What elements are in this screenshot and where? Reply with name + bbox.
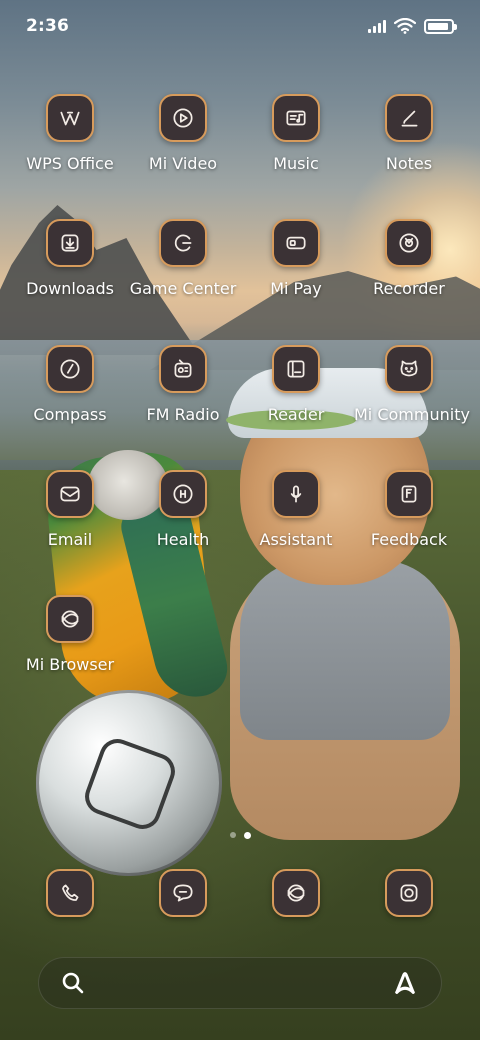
browser-icon[interactable]	[272, 869, 320, 917]
app-reader[interactable]: Reader	[241, 345, 351, 425]
app-mi-browser[interactable]: Mi Browser	[15, 595, 125, 675]
app-label: Music	[273, 154, 319, 173]
compass-icon[interactable]	[46, 345, 94, 393]
page-dot-active[interactable]	[243, 832, 251, 839]
recorder-icon[interactable]	[385, 219, 433, 267]
app-label: Mi Pay	[270, 279, 322, 298]
app-health[interactable]: Health	[128, 470, 238, 550]
app-label: Compass	[33, 405, 107, 424]
message-icon[interactable]	[159, 869, 207, 917]
dock-browser[interactable]	[241, 869, 351, 917]
app-label: Recorder	[373, 279, 445, 298]
music-card-icon[interactable]	[272, 94, 320, 142]
app-label: WPS Office	[26, 154, 114, 173]
app-notes[interactable]: Notes	[354, 94, 464, 174]
feedback-icon[interactable]	[385, 470, 433, 518]
app-label: Mi Video	[148, 154, 218, 173]
camera-icon[interactable]	[385, 869, 433, 917]
email-icon[interactable]	[46, 470, 94, 518]
pen-note-icon[interactable]	[385, 94, 433, 142]
app-label: FM Radio	[146, 405, 220, 424]
app-downloads[interactable]: Downloads	[15, 219, 125, 299]
app-label: Feedback	[370, 530, 448, 549]
phone-icon[interactable]	[46, 869, 94, 917]
app-game-center[interactable]: Game Center	[128, 219, 238, 299]
app-label: Health	[156, 530, 210, 549]
app-label: Mi Community	[354, 405, 470, 424]
page-dot[interactable]	[229, 832, 236, 838]
assistant-a-icon[interactable]	[391, 969, 419, 997]
search-icon[interactable]	[61, 971, 85, 995]
app-recorder[interactable]: Recorder	[354, 219, 464, 299]
dock-phone[interactable]	[15, 869, 125, 917]
app-mi-community[interactable]: Mi Community	[354, 345, 470, 425]
app-mi-pay[interactable]: Mi Pay	[241, 219, 351, 299]
app-label: Email	[47, 530, 93, 549]
app-assistant[interactable]: Assistant	[241, 470, 351, 550]
app-compass[interactable]: Compass	[15, 345, 125, 425]
app-mi-video[interactable]: Mi Video	[128, 94, 238, 174]
dock-messages[interactable]	[128, 869, 238, 917]
book-icon[interactable]	[272, 345, 320, 393]
game-center-icon[interactable]	[159, 219, 207, 267]
app-label: Notes	[385, 154, 433, 173]
radio-icon[interactable]	[159, 345, 207, 393]
download-icon[interactable]	[46, 219, 94, 267]
app-wps-office[interactable]: WPS Office	[15, 94, 125, 174]
dock-camera[interactable]	[354, 869, 464, 917]
microphone-icon[interactable]	[272, 470, 320, 518]
app-feedback[interactable]: Feedback	[354, 470, 464, 550]
app-label: Downloads	[26, 279, 114, 298]
community-icon[interactable]	[385, 345, 433, 393]
app-label: Reader	[267, 405, 325, 424]
search-bar[interactable]	[38, 957, 442, 1009]
browser-icon[interactable]	[46, 595, 94, 643]
app-email[interactable]: Email	[15, 470, 125, 550]
app-fm-radio[interactable]: FM Radio	[128, 345, 238, 425]
play-icon[interactable]	[159, 94, 207, 142]
app-label: Assistant	[259, 530, 333, 549]
app-music[interactable]: Music	[241, 94, 351, 174]
health-icon[interactable]	[159, 470, 207, 518]
page-indicator	[0, 832, 480, 839]
app-label: Game Center	[129, 279, 237, 298]
wallet-card-icon[interactable]	[272, 219, 320, 267]
app-label: Mi Browser	[25, 655, 115, 674]
wps-office-icon[interactable]	[46, 94, 94, 142]
